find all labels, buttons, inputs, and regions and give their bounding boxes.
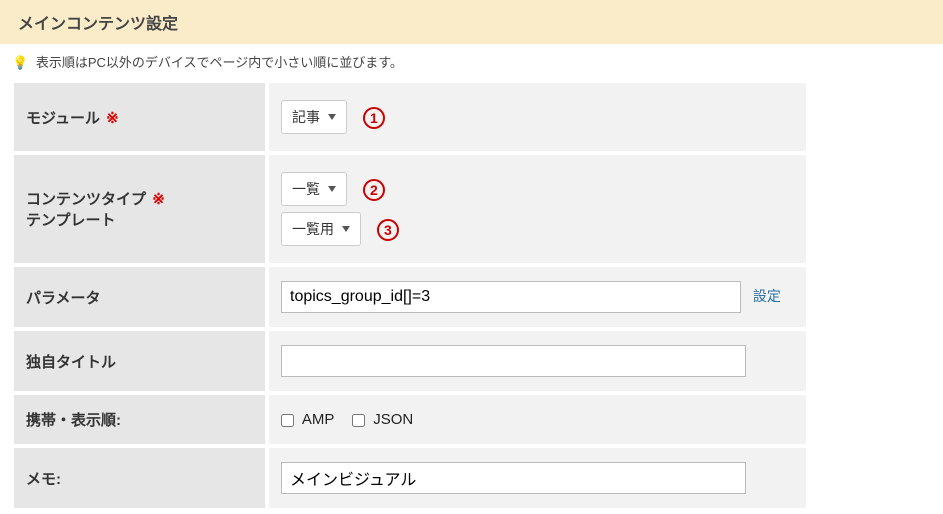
row-content-type: コンテンツタイプ ※ テンプレート 一覧 2 一覧用 3 [12,153,808,265]
label-content-type: コンテンツタイプ ※ テンプレート [12,153,267,265]
row-custom-title: 独自タイトル [12,329,808,393]
label-custom-title: 独自タイトル [12,329,267,393]
parameter-input[interactable] [281,281,741,313]
section-title: メインコンテンツ設定 [18,16,178,33]
label-memo: メモ: [12,446,267,510]
caret-down-icon [342,226,350,232]
dropdown-module[interactable]: 記事 [281,100,347,134]
row-module: モジュール ※ 記事 1 [12,81,808,153]
label-mobile-order: 携帯・表示順: [12,393,267,446]
row-memo: メモ: [12,446,808,510]
row-mobile-order: 携帯・表示順: AMP JSON [12,393,808,446]
parameter-settings-link[interactable]: 設定 [753,288,781,304]
checkbox-json-label: JSON [373,411,413,428]
settings-table: モジュール ※ 記事 1 コンテンツタイプ ※ テンプレート 一覧 2 [10,79,810,512]
checkbox-amp[interactable] [281,414,294,427]
hint-row: 💡 表示順はPC以外のデバイスでページ内で小さい順に並びます。 [0,44,943,79]
label-module: モジュール ※ [12,81,267,153]
caret-down-icon [328,114,336,120]
dropdown-template[interactable]: 一覧用 [281,212,361,246]
annotation-1: 1 [363,107,385,129]
dropdown-content-type[interactable]: 一覧 [281,172,347,206]
required-mark: ※ [106,110,119,127]
annotation-3: 3 [377,219,399,241]
section-header: メインコンテンツ設定 [0,0,943,44]
required-mark: ※ [152,191,165,208]
label-parameter: パラメータ [12,265,267,329]
checkbox-json[interactable] [352,414,365,427]
bulb-icon: 💡 [12,55,28,70]
row-parameter: パラメータ 設定 [12,265,808,329]
annotation-2: 2 [363,179,385,201]
hint-text: 表示順はPC以外のデバイスでページ内で小さい順に並びます。 [36,55,403,70]
caret-down-icon [328,186,336,192]
checkbox-amp-label: AMP [302,411,335,428]
custom-title-input[interactable] [281,345,746,377]
memo-input[interactable] [281,462,746,494]
